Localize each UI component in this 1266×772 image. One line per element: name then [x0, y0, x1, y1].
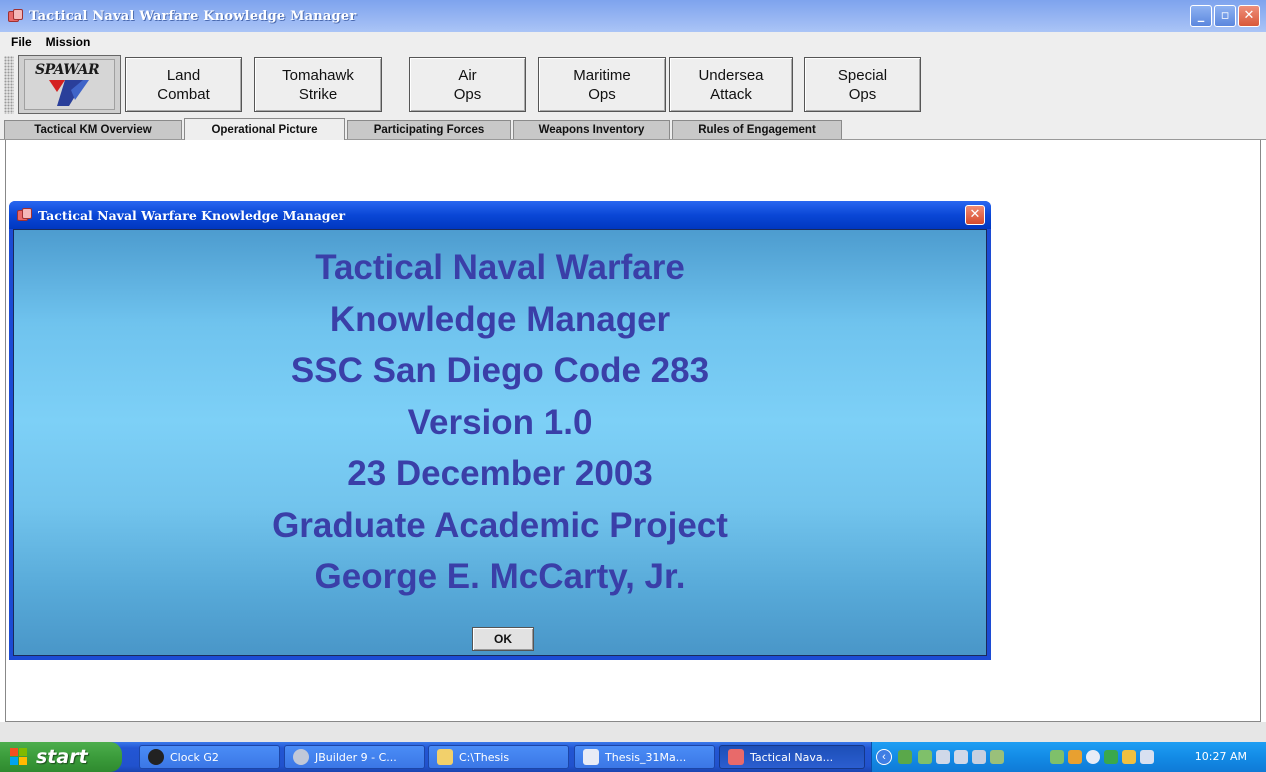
maximize-button[interactable]: ▫	[1214, 5, 1236, 27]
taskbar-item-folder[interactable]: C:\Thesis	[428, 745, 569, 769]
toolbar-grip[interactable]	[4, 56, 14, 114]
tab-participating-forces[interactable]: Participating Forces	[347, 120, 511, 139]
about-dialog: Tactical Naval Warfare Knowledge Manager…	[9, 201, 991, 660]
window-title-bar[interactable]: Tactical Naval Warfare Knowledge Manager…	[0, 0, 1266, 32]
taskbar-item-word[interactable]: Thesis_31Ma...	[574, 745, 715, 769]
spawar-logo-icon	[49, 80, 89, 106]
tray-app-icon[interactable]	[1050, 750, 1064, 764]
menu-mission[interactable]: Mission	[43, 35, 94, 49]
app-icon	[728, 749, 744, 765]
tray-display-icon[interactable]	[1140, 750, 1154, 764]
tab-weapons-inventory[interactable]: Weapons Inventory	[513, 120, 670, 139]
spawar-logo-button[interactable]: SPAWAR	[18, 55, 121, 114]
minimize-button[interactable]: _	[1190, 5, 1212, 27]
system-tray: ‹ 10:27 AM	[871, 742, 1266, 772]
dialog-body: Tactical Naval Warfare Knowledge Manager…	[13, 229, 987, 656]
tray-app-icon[interactable]	[1104, 750, 1118, 764]
taskbar-item-tactical[interactable]: Tactical Nava...	[719, 745, 865, 769]
about-line-project: Graduate Academic Project	[272, 505, 728, 545]
menu-file[interactable]: File	[8, 35, 35, 49]
about-line-subtitle: Knowledge Manager	[329, 299, 671, 339]
tray-monitor-icon[interactable]	[936, 750, 950, 764]
about-line-author: George E. McCarty, Jr.	[314, 557, 686, 596]
air-ops-button[interactable]: Air Ops	[409, 57, 526, 112]
tray-monitor-icon[interactable]	[954, 750, 968, 764]
tray-expand-icon[interactable]: ‹	[876, 749, 892, 765]
windows-flag-icon	[10, 748, 28, 766]
maritime-ops-button[interactable]: Maritime Ops	[538, 57, 666, 112]
taskbar-item-jbuilder[interactable]: JBuilder 9 - C...	[284, 745, 425, 769]
window-title: Tactical Naval Warfare Knowledge Manager	[29, 8, 357, 24]
dialog-title: Tactical Naval Warfare Knowledge Manager	[38, 207, 346, 223]
app-icon	[7, 8, 23, 24]
taskbar: start Clock G2 JBuilder 9 - C... C:\Thes…	[0, 742, 1266, 772]
status-strip	[0, 722, 1266, 742]
jbuilder-icon	[293, 749, 309, 765]
tray-app-icon[interactable]	[1122, 750, 1136, 764]
dialog-close-button[interactable]: ✕	[965, 205, 985, 225]
about-line-organization: SSC San Diego Code 283	[290, 351, 710, 390]
tray-monitor-icon[interactable]	[972, 750, 986, 764]
tray-network-icon[interactable]	[898, 750, 912, 764]
close-button[interactable]: ✕	[1238, 5, 1260, 27]
menu-bar: File Mission	[0, 32, 1266, 52]
tomahawk-strike-button[interactable]: Tomahawk Strike	[254, 57, 382, 112]
about-line-title: Tactical Naval Warfare	[315, 248, 685, 287]
about-line-version: Version 1.0	[407, 402, 593, 442]
start-button[interactable]: start	[0, 742, 122, 772]
dialog-app-icon	[16, 207, 32, 223]
word-document-icon	[583, 749, 599, 765]
taskbar-clock: 10:27 AM	[1194, 750, 1247, 763]
clock-icon	[148, 749, 164, 765]
about-line-date: 23 December 2003	[347, 454, 653, 493]
special-ops-button[interactable]: Special Ops	[804, 57, 921, 112]
tab-tactical-km-overview[interactable]: Tactical KM Overview	[4, 120, 182, 139]
start-label: start	[36, 746, 88, 768]
tray-app-icon[interactable]	[990, 750, 1004, 764]
folder-icon	[437, 749, 453, 765]
mission-toolbar: SPAWAR Land Combat Tomahawk Strike Air O…	[0, 52, 1266, 118]
undersea-attack-button[interactable]: Undersea Attack	[669, 57, 793, 112]
tab-rules-of-engagement[interactable]: Rules of Engagement	[672, 120, 842, 139]
tray-app-icon[interactable]	[918, 750, 932, 764]
taskbar-item-clock[interactable]: Clock G2	[139, 745, 280, 769]
tab-bar: Tactical KM Overview Operational Picture…	[0, 118, 1266, 140]
ok-button[interactable]: OK	[472, 627, 534, 651]
tray-security-icon[interactable]	[1068, 750, 1082, 764]
tab-operational-picture[interactable]: Operational Picture	[184, 118, 345, 140]
tray-search-icon[interactable]	[1086, 750, 1100, 764]
land-combat-button[interactable]: Land Combat	[125, 57, 242, 112]
dialog-title-bar[interactable]: Tactical Naval Warfare Knowledge Manager…	[9, 201, 991, 229]
